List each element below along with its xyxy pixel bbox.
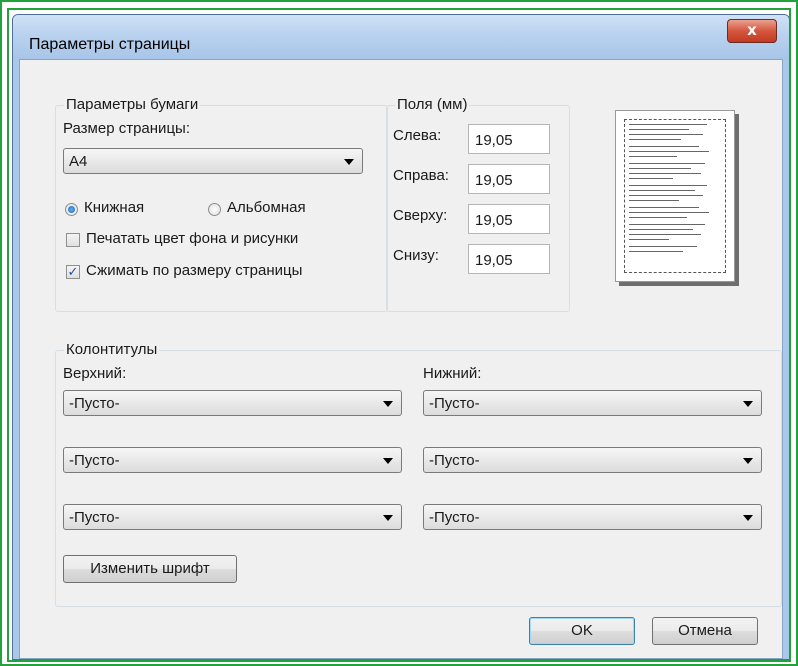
preview-line [629, 212, 709, 213]
preview-line [629, 234, 701, 235]
chevron-down-icon [383, 458, 393, 464]
preview-margin-outline [624, 119, 726, 273]
preview-line [629, 217, 687, 218]
header-right-value: -Пусто- [69, 509, 120, 526]
change-font-button[interactable]: Изменить шрифт [63, 555, 237, 583]
chevron-down-icon [383, 515, 393, 521]
close-icon: x [747, 21, 757, 39]
preview-line [629, 139, 681, 140]
page-size-value: A4 [69, 153, 88, 170]
margin-right-input[interactable]: 19,05 [468, 164, 550, 194]
preview-line [629, 200, 679, 201]
preview-line [629, 168, 691, 169]
margin-left-value: 19,05 [475, 132, 513, 149]
landscape-label[interactable]: Альбомная [227, 199, 306, 216]
chevron-down-icon [344, 159, 354, 165]
paper-settings-label: Параметры бумаги [64, 96, 201, 113]
header-right-select[interactable]: -Пусто- [63, 504, 402, 530]
preview-line [629, 173, 701, 174]
preview-line [629, 224, 705, 225]
footer-left-value: -Пусто- [429, 395, 480, 412]
preview-line [629, 246, 697, 247]
ok-button[interactable]: OK [529, 617, 635, 645]
preview-line [629, 163, 705, 164]
page-size-select[interactable]: A4 [63, 148, 363, 174]
chevron-down-icon [383, 401, 393, 407]
preview-line [629, 185, 707, 186]
page-preview-icon [615, 110, 735, 282]
print-background-label[interactable]: Печатать цвет фона и рисунки [86, 230, 298, 247]
close-button[interactable]: x [727, 19, 777, 43]
margin-top-value: 19,05 [475, 212, 513, 229]
header-center-value: -Пусто- [69, 452, 120, 469]
header-label: Верхний: [63, 365, 127, 382]
shrink-to-fit-label[interactable]: Сжимать по размеру страницы [86, 262, 302, 279]
preview-line [629, 178, 673, 179]
headers-footers-label: Колонтитулы [64, 341, 160, 358]
page-setup-dialog: Параметры страницы x Параметры бумаги Ра… [12, 14, 790, 660]
footer-center-value: -Пусто- [429, 452, 480, 469]
preview-line [629, 156, 677, 157]
title-bar[interactable]: Параметры страницы x [13, 15, 789, 59]
chevron-down-icon [743, 458, 753, 464]
preview-line [629, 251, 683, 252]
shrink-to-fit-checkbox[interactable]: ✓ [66, 265, 80, 279]
margin-bottom-input[interactable]: 19,05 [468, 244, 550, 274]
footer-right-select[interactable]: -Пусто- [423, 504, 762, 530]
preview-line [629, 207, 699, 208]
landscape-radio[interactable] [208, 203, 221, 216]
margin-bottom-label: Снизу: [393, 247, 439, 264]
preview-line [629, 129, 689, 130]
header-left-select[interactable]: -Пусто- [63, 390, 402, 416]
header-center-select[interactable]: -Пусто- [63, 447, 402, 473]
footer-center-select[interactable]: -Пусто- [423, 447, 762, 473]
preview-line [629, 151, 709, 152]
margin-left-label: Слева: [393, 127, 442, 144]
print-background-checkbox[interactable] [66, 233, 80, 247]
margin-bottom-value: 19,05 [475, 252, 513, 269]
footer-left-select[interactable]: -Пусто- [423, 390, 762, 416]
preview-line [629, 229, 693, 230]
chevron-down-icon [743, 401, 753, 407]
cancel-button[interactable]: Отмена [652, 617, 758, 645]
footer-right-value: -Пусто- [429, 509, 480, 526]
dialog-body: Параметры бумаги Размер страницы: A4 Кни… [19, 59, 783, 659]
header-left-value: -Пусто- [69, 395, 120, 412]
preview-line [629, 190, 695, 191]
margin-left-input[interactable]: 19,05 [468, 124, 550, 154]
preview-line [629, 239, 669, 240]
margins-label: Поля (мм) [395, 96, 470, 113]
preview-line [629, 134, 703, 135]
footer-label: Нижний: [423, 365, 482, 382]
preview-line [629, 146, 699, 147]
margin-right-value: 19,05 [475, 172, 513, 189]
portrait-label[interactable]: Книжная [84, 199, 144, 216]
margin-top-label: Сверху: [393, 207, 448, 224]
page-size-label: Размер страницы: [63, 120, 190, 137]
portrait-radio[interactable] [65, 203, 78, 216]
chevron-down-icon [743, 515, 753, 521]
margin-top-input[interactable]: 19,05 [468, 204, 550, 234]
preview-line [629, 124, 707, 125]
margin-right-label: Справа: [393, 167, 449, 184]
dialog-title: Параметры страницы [29, 36, 191, 53]
preview-line [629, 195, 703, 196]
